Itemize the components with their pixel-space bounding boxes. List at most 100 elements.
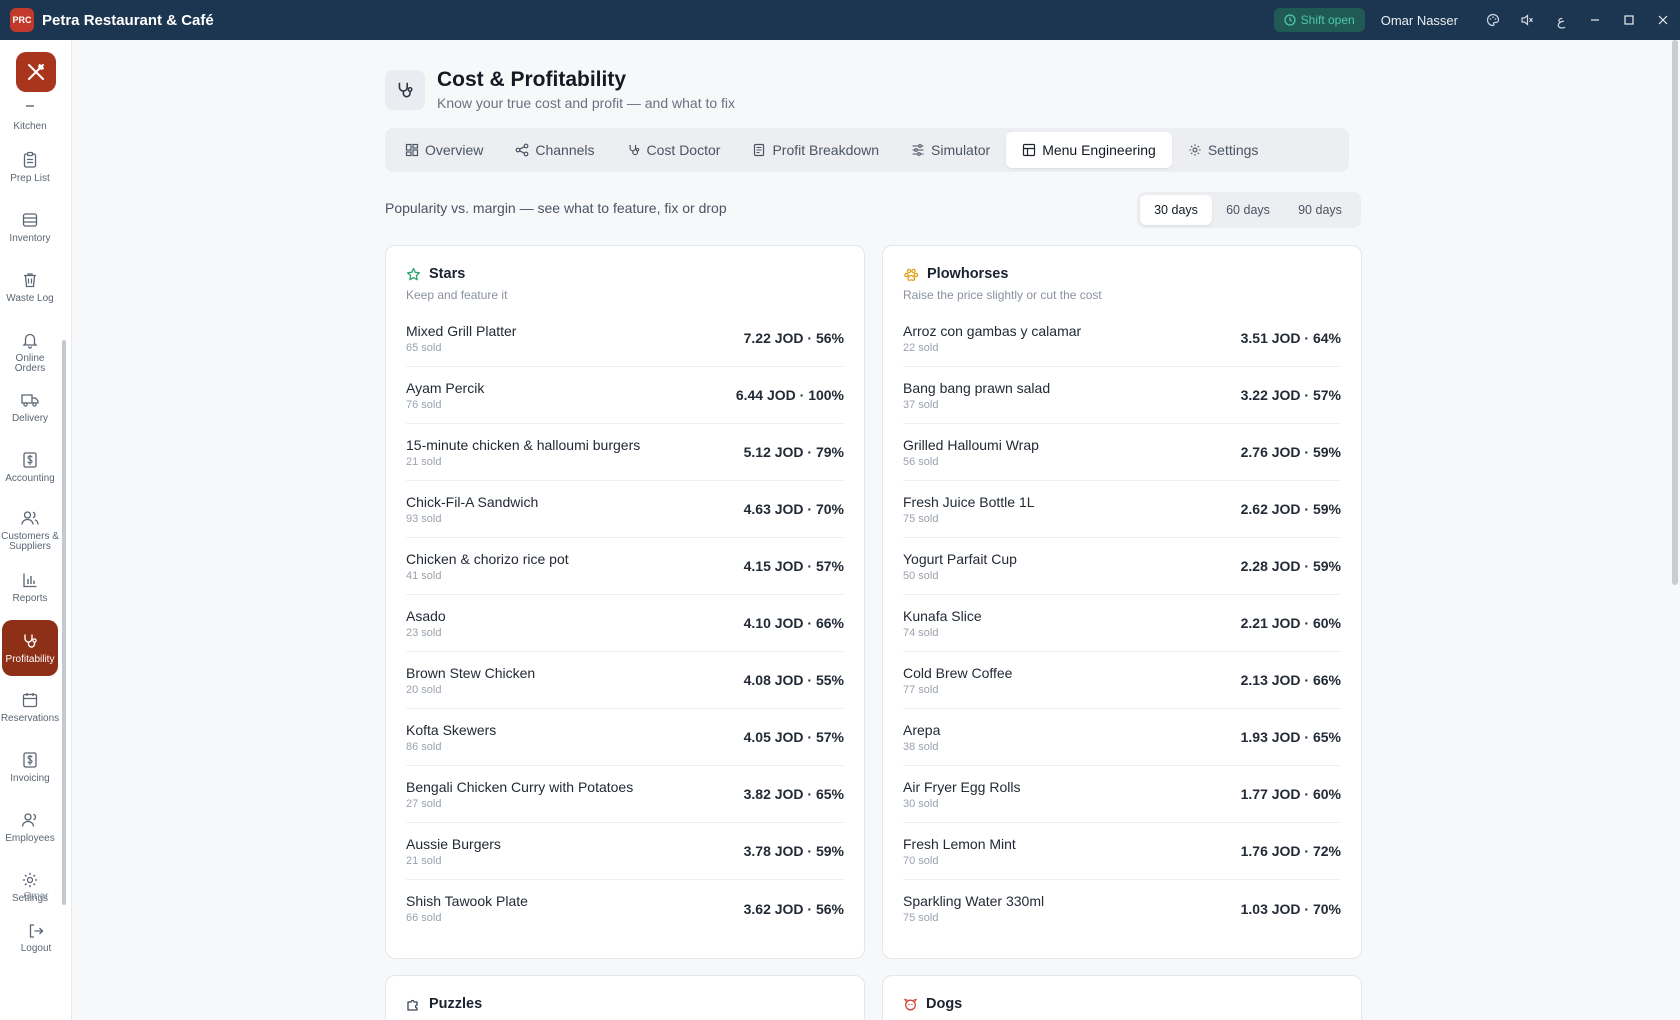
menu-item-margin: 4.63 JOD · 70% — [743, 501, 844, 517]
tab-overview[interactable]: Overview — [389, 132, 499, 168]
menu-item-row[interactable]: Kunafa Slice 74 sold 2.21 JOD · 60% — [903, 595, 1341, 652]
menu-item-name: Ayam Percik — [406, 379, 485, 396]
menu-item-row[interactable]: 15-minute chicken & halloumi burgers 21 s… — [406, 424, 844, 481]
tab-menu-engineering[interactable]: Menu Engineering — [1006, 132, 1172, 168]
menu-item-row[interactable]: Bang bang prawn salad 37 sold 3.22 JOD · 5… — [903, 367, 1341, 424]
menu-item-row[interactable]: Kofta Skewers 86 sold 4.05 JOD · 57% — [406, 709, 844, 766]
sidebar-item-profitability[interactable]: Profitability — [2, 620, 58, 676]
tab-cost-doctor[interactable]: Cost Doctor — [611, 132, 737, 168]
page-subtitle: Know your true cost and profit — and wha… — [437, 95, 736, 111]
tab-channels[interactable]: Channels — [499, 132, 610, 168]
sidebar-item-reservations[interactable]: Reservations — [0, 690, 60, 724]
menu-item-row[interactable]: Arroz con gambas y calamar 22 sold 3.51 JO… — [903, 310, 1341, 367]
sidebar-item-label: Delivery — [11, 413, 49, 424]
mute-icon[interactable] — [1510, 0, 1544, 40]
title-bar: PRC Petra Restaurant & Café Shift open O… — [0, 0, 1680, 40]
tab-simulator[interactable]: Simulator — [895, 132, 1006, 168]
menu-item-row[interactable]: Arepa 38 sold 1.93 JOD · 65% — [903, 709, 1341, 766]
sidebar: Kitchen Prep List Inventory Waste Log On… — [0, 40, 72, 1020]
sidebar-item-prep-list[interactable]: Prep List — [0, 150, 60, 184]
period-60-days[interactable]: 60 days — [1212, 195, 1284, 225]
sidebar-item-accounting[interactable]: Accounting — [0, 450, 60, 484]
menu-item-row[interactable]: Sparkling Water 330ml 75 sold 1.03 JOD · 7… — [903, 880, 1341, 937]
sidebar-item-label: Reservations — [0, 713, 60, 724]
sidebar-item-online-orders[interactable]: Online Orders — [0, 330, 60, 374]
language-icon[interactable]: ع — [1544, 0, 1578, 40]
menu-item-sold: 50 sold — [903, 569, 939, 582]
menu-item-row[interactable]: Air Fryer Egg Rolls 30 sold 1.77 JOD · 60% — [903, 766, 1341, 823]
menu-item-row[interactable]: Brown Stew Chicken 20 sold 4.08 JOD · 55% — [406, 652, 844, 709]
menu-item-margin: 7.22 JOD · 56% — [743, 330, 844, 346]
period-90-days[interactable]: 90 days — [1284, 195, 1356, 225]
share-icon — [515, 143, 529, 157]
bar-chart-icon — [20, 570, 40, 590]
sidebar-item-employees[interactable]: Employees — [0, 810, 60, 844]
palette-icon[interactable] — [1476, 0, 1510, 40]
menu-item-sold: 86 sold — [406, 740, 442, 753]
menu-item-row[interactable]: Bengali Chicken Curry with Potatoes 27 so… — [406, 766, 844, 823]
tab-label: Settings — [1207, 142, 1259, 158]
menu-item-row[interactable]: Aussie Burgers 21 sold 3.78 JOD · 59% — [406, 823, 844, 880]
tab-bar: Overview Channels Cost Doctor Profit Bre… — [385, 128, 1349, 172]
sidebar-item-reports[interactable]: Reports — [0, 570, 60, 604]
menu-item-row[interactable]: Fresh Lemon Mint 70 sold 1.76 JOD · 72% — [903, 823, 1341, 880]
dogs-panel: Dogs — [882, 975, 1362, 1020]
sidebar-item-kitchen[interactable]: Kitchen — [0, 98, 60, 132]
bell-icon — [20, 330, 40, 350]
stethoscope-icon — [385, 69, 425, 110]
menu-item-margin: 2.62 JOD · 59% — [1240, 501, 1341, 517]
menu-item-row[interactable]: Mixed Grill Platter 65 sold 7.22 JOD · 56% — [406, 310, 844, 367]
shift-status-badge[interactable]: Shift open — [1273, 8, 1365, 32]
menu-item-row[interactable]: Cold Brew Coffee 77 sold 2.13 JOD · 66% — [903, 652, 1341, 709]
minimize-icon[interactable] — [1578, 0, 1612, 40]
tab-label: Simulator — [931, 142, 991, 158]
gear-icon — [20, 870, 40, 890]
menu-item-name: Arepa — [903, 721, 941, 738]
receipt-icon — [754, 143, 765, 157]
menu-item-margin: 2.76 JOD · 59% — [1240, 444, 1341, 460]
menu-item-name: Aussie Burgers — [406, 835, 501, 852]
menu-item-margin: 2.21 JOD · 60% — [1240, 615, 1341, 631]
tab-label: Channels — [535, 142, 595, 158]
calendar-icon — [20, 690, 40, 710]
menu-item-sold: 23 sold — [406, 626, 442, 639]
menu-item-sold: 56 sold — [903, 455, 939, 468]
sidebar-item-delivery[interactable]: Delivery — [0, 390, 60, 424]
menu-item-margin: 2.28 JOD · 59% — [1240, 558, 1341, 574]
menu-item-margin: 5.12 JOD · 79% — [743, 444, 844, 460]
menu-item-row[interactable]: Chick-Fil-A Sandwich 93 sold 4.63 JOD · 70… — [406, 481, 844, 538]
menu-item-name: Fresh Lemon Mint — [903, 835, 1016, 852]
sidebar-item-waste-log[interactable]: Waste Log — [0, 270, 60, 304]
menu-item-row[interactable]: Shish Tawook Plate 66 sold 3.62 JOD · 56% — [406, 880, 844, 937]
sidebar-item-invoicing[interactable]: Invoicing — [0, 750, 60, 784]
menu-item-name: Fresh Juice Bottle 1L — [903, 493, 1035, 510]
page-header: Cost & Profitability Know your true cost… — [385, 68, 735, 111]
logout-button[interactable]: Logout — [0, 922, 72, 954]
tab-profit-breakdown[interactable]: Profit Breakdown — [736, 132, 895, 168]
tab-settings[interactable]: Settings — [1172, 132, 1275, 168]
menu-item-name: Shish Tawook Plate — [406, 893, 528, 909]
menu-item-margin: 3.78 JOD · 59% — [743, 843, 844, 859]
menu-item-row[interactable]: Yogurt Parfait Cup 50 sold 2.28 JOD · 59% — [903, 538, 1341, 595]
sidebar-scrollbar[interactable] — [62, 340, 66, 905]
period-30-days[interactable]: 30 days — [1140, 195, 1212, 225]
puzzles-panel: Puzzles — [385, 975, 865, 1020]
maximize-icon[interactable] — [1612, 0, 1646, 40]
menu-item-row[interactable]: Fresh Juice Bottle 1L 75 sold 2.62 JOD · 5… — [903, 481, 1341, 538]
close-icon[interactable] — [1646, 0, 1680, 40]
menu-item-margin: 3.82 JOD · 65% — [743, 786, 844, 802]
users-icon — [20, 508, 40, 528]
sidebar-item-inventory[interactable]: Inventory — [0, 210, 60, 244]
brand-logo[interactable] — [16, 52, 56, 92]
menu-item-row[interactable]: Ayam Percik 76 sold 6.44 JOD · 100% — [406, 367, 844, 424]
menu-item-sold: 20 sold — [406, 683, 442, 696]
menu-item-row[interactable]: Grilled Halloumi Wrap 56 sold 2.76 JOD · 5… — [903, 424, 1341, 481]
app-title: Petra Restaurant & Café — [42, 11, 214, 29]
tab-label: Menu Engineering — [1042, 142, 1156, 158]
main-scrollbar[interactable] — [1672, 40, 1678, 585]
user-name[interactable]: Omar Nasser — [1381, 13, 1458, 28]
sidebar-item-customers-suppliers[interactable]: Customers & Suppliers — [0, 508, 60, 552]
menu-item-row[interactable]: Asado 23 sold 4.10 JOD · 66% — [406, 595, 844, 652]
menu-item-row[interactable]: Chicken & chorizo rice pot 41 sold 4.15 JO… — [406, 538, 844, 595]
grid-icon — [405, 143, 419, 157]
